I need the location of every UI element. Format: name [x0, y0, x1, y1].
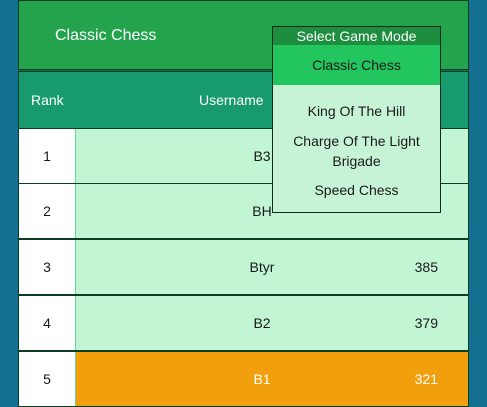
table-row: 3 Btyr 385 — [18, 239, 469, 295]
score-cell: 385 — [414, 259, 438, 275]
column-header-username: Username — [199, 92, 264, 108]
game-mode-select-label[interactable]: Select Game Mode — [273, 27, 440, 45]
option-spacer — [273, 85, 440, 95]
rank-cell: 3 — [19, 240, 76, 294]
page-title: Classic Chess — [55, 27, 157, 44]
username-cell: B2 — [253, 315, 271, 331]
column-header-rank: Rank — [31, 92, 64, 108]
score-cell: 379 — [414, 315, 438, 331]
table-row: 4 B2 379 — [18, 295, 469, 351]
option-king-of-the-hill[interactable]: King Of The Hill — [273, 95, 440, 127]
score-cell: 321 — [414, 371, 438, 387]
option-classic-chess[interactable]: Classic Chess — [273, 45, 440, 85]
option-charge-of-the-light-brigade[interactable]: Charge Of The Light Brigade — [273, 127, 440, 175]
table-row-current-user: 5 B1 321 — [18, 351, 469, 407]
option-speed-chess[interactable]: Speed Chess — [273, 175, 440, 205]
rank-cell: 5 — [19, 352, 76, 406]
username-cell: B1 — [253, 371, 271, 387]
username-cell: Btyr — [249, 259, 275, 275]
rank-cell: 2 — [19, 184, 76, 238]
rank-cell: 1 — [19, 129, 76, 183]
rank-cell: 4 — [19, 296, 76, 350]
game-mode-select[interactable]: Select Game Mode Classic Chess King Of T… — [272, 26, 441, 213]
